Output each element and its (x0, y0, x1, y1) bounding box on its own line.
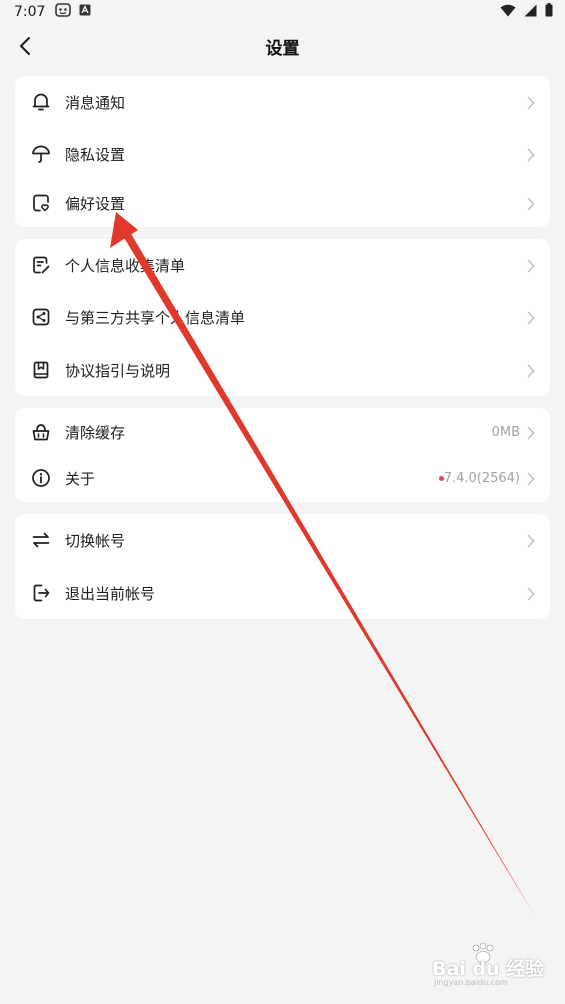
share-icon (31, 307, 51, 327)
settings-item-label: 切换帐号 (65, 531, 126, 550)
preference-heart-icon (31, 193, 51, 213)
battery-icon (545, 3, 553, 21)
chevron-right-icon (526, 425, 536, 440)
chevron-right-icon (526, 533, 536, 548)
settings-item-label: 偏好设置 (65, 194, 126, 213)
settings-group-app: 清除缓存 0MB 关于 7.4.0(2564) (15, 408, 550, 502)
chevron-right-icon (526, 95, 536, 110)
chevron-right-icon (526, 471, 536, 486)
settings-item-label: 清除缓存 (65, 423, 126, 442)
version-value: 7.4.0(2564) (443, 470, 520, 486)
watermark-text: Bai du 经验 (432, 958, 545, 980)
basket-icon (31, 422, 51, 442)
settings-item-clear-cache[interactable]: 清除缓存 0MB (15, 409, 550, 455)
settings-item-label: 与第三方共享个人信息清单 (65, 308, 246, 327)
settings-item-label: 关于 (65, 469, 96, 488)
app-notification-icon (55, 3, 72, 21)
settings-item-label: 隐私设置 (65, 145, 126, 164)
settings-item-logout[interactable]: 退出当前帐号 (15, 570, 550, 616)
status-right (500, 3, 553, 21)
chevron-right-icon (526, 586, 536, 601)
settings-group-general: 消息通知 隐私设置 偏好设置 (15, 76, 550, 227)
baidu-jingyan-watermark: Bai du 经验 jingyan.baidu.com (432, 942, 545, 992)
switch-arrows-icon (31, 530, 51, 550)
status-time: 7:07 (14, 4, 46, 20)
settings-group-privacy-info: 个人信息收集清单 与第三方共享个人信息清单 协议指引与说明 (15, 239, 550, 396)
settings-item-preferences[interactable]: 偏好设置 (15, 180, 550, 226)
settings-item-label: 消息通知 (65, 93, 126, 112)
settings-item-about[interactable]: 关于 7.4.0(2564) (15, 455, 550, 501)
settings-item-notifications[interactable]: 消息通知 (15, 79, 550, 125)
chevron-right-icon (526, 310, 536, 325)
chevron-right-icon (526, 258, 536, 273)
settings-item-label: 个人信息收集清单 (65, 256, 186, 275)
umbrella-icon (31, 144, 51, 164)
watermark-subtext: jingyan.baidu.com (434, 978, 508, 987)
settings-item-label: 协议指引与说明 (65, 361, 171, 380)
logout-icon (31, 583, 51, 603)
info-icon (31, 468, 51, 488)
back-icon[interactable] (14, 34, 38, 58)
chevron-right-icon (526, 363, 536, 378)
settings-group-account: 切换帐号 退出当前帐号 (15, 514, 550, 619)
settings-item-switch-account[interactable]: 切换帐号 (15, 517, 550, 563)
nav-bar: 设置 (0, 26, 565, 66)
status-bar: 7:07 (0, 0, 565, 24)
font-notification-icon (79, 4, 91, 20)
signal-icon (524, 4, 537, 21)
document-edit-icon (31, 255, 51, 275)
settings-item-third-party-sharing[interactable]: 与第三方共享个人信息清单 (15, 294, 550, 340)
settings-item-privacy[interactable]: 隐私设置 (15, 131, 550, 177)
settings-item-agreements[interactable]: 协议指引与说明 (15, 347, 550, 393)
chevron-right-icon (526, 147, 536, 162)
wifi-icon (500, 4, 516, 21)
book-icon (31, 360, 51, 380)
settings-item-personal-info-list[interactable]: 个人信息收集清单 (15, 242, 550, 288)
page-title: 设置 (265, 38, 300, 59)
cache-size-value: 0MB (491, 424, 520, 440)
chevron-right-icon (526, 196, 536, 211)
bell-icon (31, 92, 51, 112)
settings-item-label: 退出当前帐号 (65, 584, 156, 603)
